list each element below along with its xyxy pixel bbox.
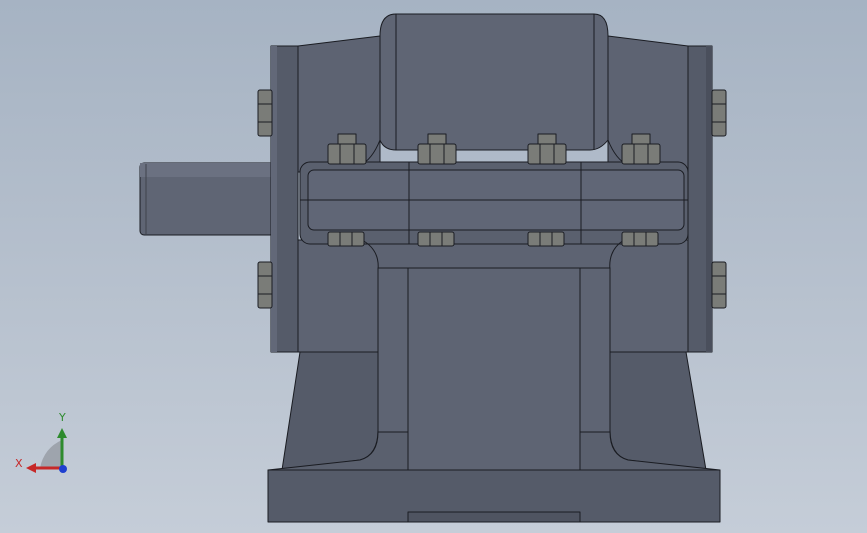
bottom-nut-1 [327, 231, 365, 247]
right-side-flange [687, 45, 713, 353]
gearbox-model[interactable] [0, 0, 867, 533]
side-bolt-left-upper [257, 89, 273, 137]
side-bolt-left-lower [257, 261, 273, 309]
bottom-nut-2 [417, 231, 455, 247]
top-cap [359, 13, 629, 166]
bottom-nut-4 [621, 231, 659, 247]
input-shaft [139, 162, 275, 236]
cad-viewport[interactable]: Y X [0, 0, 867, 533]
bottom-nut-3 [527, 231, 565, 247]
side-bolt-right-lower [711, 261, 727, 309]
view-orientation-triad: Y X [10, 410, 80, 480]
side-bolt-right-upper [711, 89, 727, 137]
left-side-flange [270, 45, 299, 353]
y-axis-label: Y [59, 411, 66, 424]
x-axis-label: X [15, 457, 23, 470]
